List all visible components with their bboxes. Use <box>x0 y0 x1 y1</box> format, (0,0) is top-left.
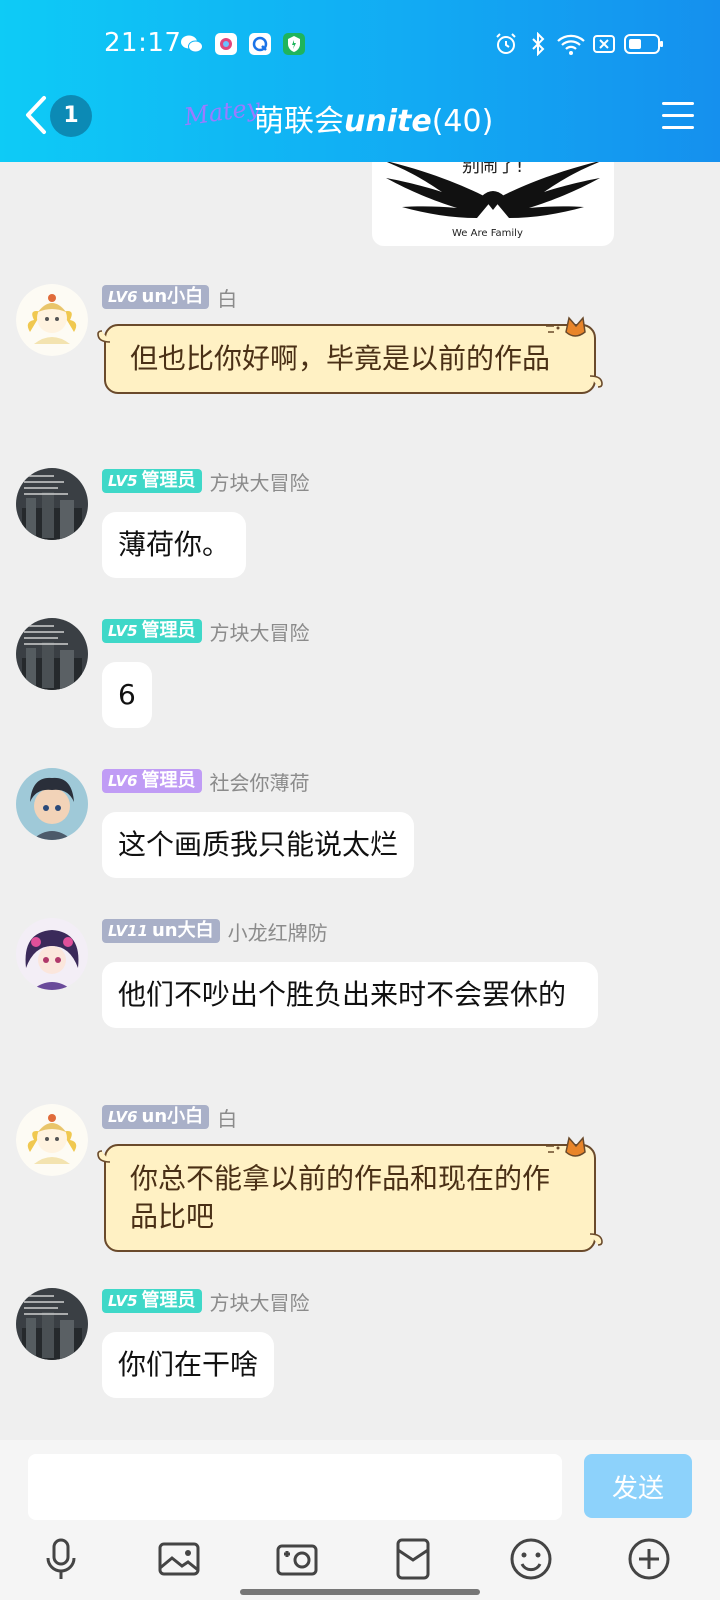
security-shield-icon <box>283 33 305 55</box>
plus-icon[interactable] <box>626 1536 672 1582</box>
message-text: 他们不吵出个胜负出来时不会罢休的 <box>118 978 567 1011</box>
microphone-icon[interactable] <box>38 1536 84 1582</box>
home-indicator[interactable] <box>240 1589 480 1595</box>
message-text: 薄荷你。 <box>118 528 231 561</box>
send-button[interactable]: 发送 <box>584 1454 692 1518</box>
title-label: un小白 <box>141 286 204 307</box>
message-bubble[interactable]: 你们在干啥 <box>102 1332 275 1398</box>
level-label: LV6 <box>108 1108 138 1126</box>
message-bubble[interactable]: 你总不能拿以前的作品和现在的作品比吧 <box>97 1136 603 1252</box>
back-arrow-icon[interactable] <box>22 94 48 136</box>
group-title-prefix: 萌联会 <box>254 104 344 139</box>
level-label: LV5 <box>108 622 138 640</box>
wechat-icon <box>181 35 203 53</box>
menu-icon[interactable] <box>662 102 694 130</box>
member-tag: LV5 管理员 <box>102 1289 202 1313</box>
group-title: 萌联会unite(40) <box>254 96 493 140</box>
image-icon[interactable] <box>156 1536 202 1582</box>
title-label: 管理员 <box>141 620 196 641</box>
bubble-curl-icon <box>97 330 111 343</box>
no-sim-icon <box>593 35 615 53</box>
bubble-curl-icon <box>97 1150 111 1163</box>
level-label: LV6 <box>108 772 138 790</box>
message-meta: LV6 un小白 白 <box>102 1104 238 1131</box>
group-logo: Matey <box>182 92 262 132</box>
battery-icon <box>624 34 663 54</box>
cat-decoration-icon <box>546 1136 586 1157</box>
member-tag: LV11 un大白 <box>102 919 220 943</box>
message-text: 这个画质我只能说太烂 <box>118 828 399 861</box>
title-label: 管理员 <box>141 1290 196 1311</box>
avatar[interactable] <box>16 918 88 990</box>
group-title-brand: unite <box>344 104 432 139</box>
red-packet-icon[interactable] <box>390 1536 436 1582</box>
sender-name: 方块大冒险 <box>209 470 310 495</box>
message-text: 你们在干啥 <box>118 1348 259 1381</box>
sender-name: 社会你薄荷 <box>209 770 310 795</box>
avatar[interactable] <box>16 284 88 356</box>
message-text: 但也比你好啊，毕竟是以前的作品 <box>130 342 551 375</box>
member-tag: LV6 管理员 <box>102 769 202 793</box>
sender-name: 方块大冒险 <box>209 620 310 645</box>
message-bubble[interactable]: 6 <box>102 662 152 728</box>
status-time: 21:17 <box>104 28 182 58</box>
member-tag: LV6 un小白 <box>102 285 210 309</box>
camera-icon[interactable] <box>274 1536 320 1582</box>
browser-notification-icon <box>249 33 271 55</box>
message-bubble[interactable]: 这个画质我只能说太烂 <box>102 812 415 878</box>
level-label: LV6 <box>108 288 138 306</box>
image-message[interactable]: 别闹了! We Are Family <box>372 162 614 246</box>
emoji-icon[interactable] <box>508 1536 554 1582</box>
level-label: LV11 <box>108 922 148 940</box>
cat-decoration-icon <box>546 316 586 337</box>
image-caption: 别闹了! <box>462 162 523 177</box>
input-bar: 发送 <box>0 1440 720 1600</box>
message-meta: LV6 管理员 社会你薄荷 <box>102 768 310 795</box>
message-meta: LV5 管理员 方块大冒险 <box>102 468 310 495</box>
sender-name: 方块大冒险 <box>209 1290 310 1315</box>
chat-list[interactable]: 别闹了! We Are Family LV6 un小白 白 但也比你好啊，毕竟是以… <box>0 162 720 1440</box>
image-footer: We Are Family <box>452 228 523 239</box>
message-text: 你总不能拿以前的作品和现在的作品比吧 <box>130 1162 551 1233</box>
member-tag: LV5 管理员 <box>102 619 202 643</box>
app-notification-icon <box>215 33 237 55</box>
message-meta: LV5 管理员 方块大冒险 <box>102 618 310 645</box>
avatar[interactable] <box>16 468 88 540</box>
title-label: un小白 <box>141 1106 204 1127</box>
message-meta: LV11 un大白 小龙红牌防 <box>102 918 328 945</box>
message-meta: LV5 管理员 方块大冒险 <box>102 1288 310 1315</box>
alarm-icon <box>496 33 516 54</box>
avatar[interactable] <box>16 618 88 690</box>
avatar[interactable] <box>16 1104 88 1176</box>
message-bubble[interactable]: 但也比你好啊，毕竟是以前的作品 <box>97 316 603 394</box>
wings-image: 别闹了! We Are Family <box>386 162 600 239</box>
title-label: 管理员 <box>141 470 196 491</box>
title-label: 管理员 <box>141 770 196 791</box>
message-text: 6 <box>118 678 136 711</box>
chat-header: 21:17 1 Matey 萌联会unite(40) <box>0 0 720 162</box>
title-label: un大白 <box>151 920 214 941</box>
unread-count-badge[interactable]: 1 <box>50 95 92 137</box>
wifi-icon <box>557 34 585 55</box>
message-meta: LV6 un小白 白 <box>102 284 238 311</box>
level-label: LV5 <box>108 472 138 490</box>
avatar[interactable] <box>16 768 88 840</box>
bubble-curl-icon <box>589 375 603 388</box>
bluetooth-icon <box>532 32 545 56</box>
sender-name: 小龙红牌防 <box>227 920 328 945</box>
bubble-curl-icon <box>589 1233 603 1246</box>
member-tag: LV5 管理员 <box>102 469 202 493</box>
level-label: LV5 <box>108 1292 138 1310</box>
message-bubble[interactable]: 他们不吵出个胜负出来时不会罢休的 <box>102 962 598 1028</box>
message-input[interactable] <box>28 1454 562 1520</box>
member-count: (40) <box>431 104 494 139</box>
message-bubble[interactable]: 薄荷你。 <box>102 512 247 578</box>
member-tag: LV6 un小白 <box>102 1105 210 1129</box>
avatar[interactable] <box>16 1288 88 1360</box>
sender-name: 白 <box>217 286 238 311</box>
sender-name: 白 <box>217 1106 238 1131</box>
